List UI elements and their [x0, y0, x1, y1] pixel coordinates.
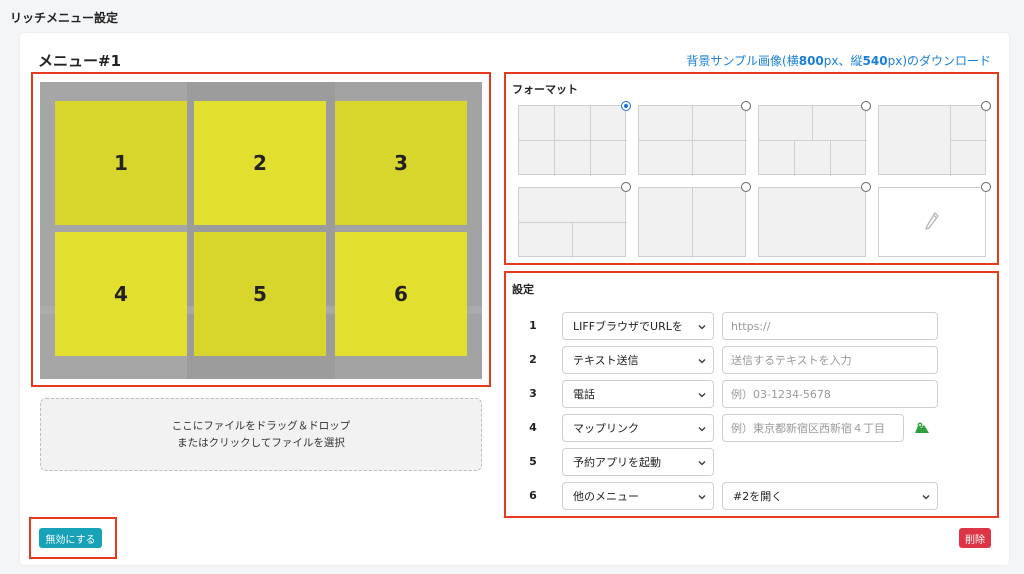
chevron-down-icon: [698, 461, 706, 466]
format-radio-6[interactable]: [741, 182, 751, 192]
format-option-7[interactable]: [758, 187, 866, 257]
download-mid: px、縦: [823, 54, 863, 68]
url-input[interactable]: https://: [722, 312, 938, 340]
format-line: [572, 222, 573, 258]
area-cell-1[interactable]: 1: [55, 101, 187, 225]
download-height: 540: [862, 54, 888, 68]
action-select-value: LIFFブラウザでURLを: [573, 320, 683, 333]
area-cell-4[interactable]: 4: [55, 232, 187, 356]
format-radio-8[interactable]: [981, 182, 991, 192]
area-cell-5[interactable]: 5: [194, 232, 326, 356]
phone-input[interactable]: 例）03-1234-5678: [722, 380, 938, 408]
format-radio-4[interactable]: [981, 101, 991, 111]
settings-title: 設定: [512, 283, 534, 296]
row-number-1: 1: [529, 319, 537, 332]
action-select-5[interactable]: 予約アプリを起動: [562, 448, 714, 476]
disable-button[interactable]: 無効にする: [39, 528, 102, 548]
action-select-4[interactable]: マップリンク: [562, 414, 714, 442]
format-option-3[interactable]: [758, 105, 867, 176]
action-select-value: テキスト送信: [573, 354, 639, 367]
action-select-value: 他のメニュー: [573, 490, 639, 503]
chevron-down-icon: [922, 495, 930, 500]
format-line: [590, 106, 591, 176]
map-icon[interactable]: [914, 421, 930, 435]
action-select-value: マップリンク: [573, 422, 639, 435]
row-number-3: 3: [529, 387, 537, 400]
delete-button[interactable]: 削除: [959, 528, 991, 548]
format-option-custom[interactable]: [878, 187, 986, 257]
format-option-5[interactable]: [518, 187, 627, 258]
target-menu-select[interactable]: #2を開く: [722, 482, 938, 510]
area-cell-6[interactable]: 6: [335, 232, 467, 356]
chevron-down-icon: [698, 325, 706, 330]
format-line: [950, 140, 987, 141]
format-line: [812, 106, 813, 140]
dropzone-line-2: またはクリックしてファイルを選択: [177, 436, 345, 449]
chevron-down-icon: [698, 359, 706, 364]
format-option-2[interactable]: [638, 105, 747, 176]
chevron-down-icon: [698, 495, 706, 500]
format-line: [794, 140, 795, 176]
download-width: 800: [798, 54, 824, 68]
format-line: [639, 140, 747, 141]
action-select-value: 予約アプリを起動: [573, 456, 661, 469]
row-number-2: 2: [529, 353, 537, 366]
format-line: [830, 140, 831, 176]
file-dropzone[interactable]: ここにファイルをドラッグ＆ドロップ またはクリックしてファイルを選択: [40, 398, 482, 471]
area-cell-2[interactable]: 2: [194, 101, 326, 225]
format-line: [554, 106, 555, 176]
menu-preview: 1 2 3 4 5 6: [40, 82, 482, 379]
format-option-6[interactable]: [638, 187, 746, 258]
pencil-icon: [879, 188, 985, 256]
text-input[interactable]: 送信するテキストを入力: [722, 346, 938, 374]
format-option-1[interactable]: [518, 105, 627, 176]
download-suffix: px)のダウンロード: [887, 54, 991, 68]
format-line: [519, 222, 627, 223]
row-number-5: 5: [529, 455, 537, 468]
format-radio-7[interactable]: [861, 182, 871, 192]
action-select-value: 電話: [573, 388, 595, 401]
format-radio-2[interactable]: [741, 101, 751, 111]
download-sample-link[interactable]: 背景サンプル画像(横800px、縦540px)のダウンロード: [686, 52, 991, 69]
format-line: [759, 140, 867, 141]
format-title: フォーマット: [512, 83, 578, 96]
chevron-down-icon: [698, 393, 706, 398]
format-line: [519, 140, 627, 141]
action-select-3[interactable]: 電話: [562, 380, 714, 408]
format-line: [692, 106, 693, 176]
format-option-4[interactable]: [878, 105, 987, 176]
format-radio-3[interactable]: [861, 101, 871, 111]
format-radio-5[interactable]: [621, 182, 631, 192]
row-number-6: 6: [529, 489, 537, 502]
menu-title: メニュー#1: [38, 52, 122, 70]
download-prefix: 背景サンプル画像(横: [686, 54, 799, 68]
target-menu-value: #2を開く: [733, 490, 783, 503]
format-line: [950, 106, 951, 176]
action-select-6[interactable]: 他のメニュー: [562, 482, 714, 510]
action-select-1[interactable]: LIFFブラウザでURLを: [562, 312, 714, 340]
address-input[interactable]: 例）東京都新宿区西新宿４丁目: [722, 414, 904, 442]
format-radio-1[interactable]: [621, 101, 631, 111]
chevron-down-icon: [698, 427, 706, 432]
action-select-2[interactable]: テキスト送信: [562, 346, 714, 374]
dropzone-line-1: ここにファイルをドラッグ＆ドロップ: [171, 419, 351, 432]
page-title: リッチメニュー設定: [10, 11, 119, 25]
format-line: [692, 188, 693, 258]
area-cell-3[interactable]: 3: [335, 101, 467, 225]
row-number-4: 4: [529, 421, 537, 434]
